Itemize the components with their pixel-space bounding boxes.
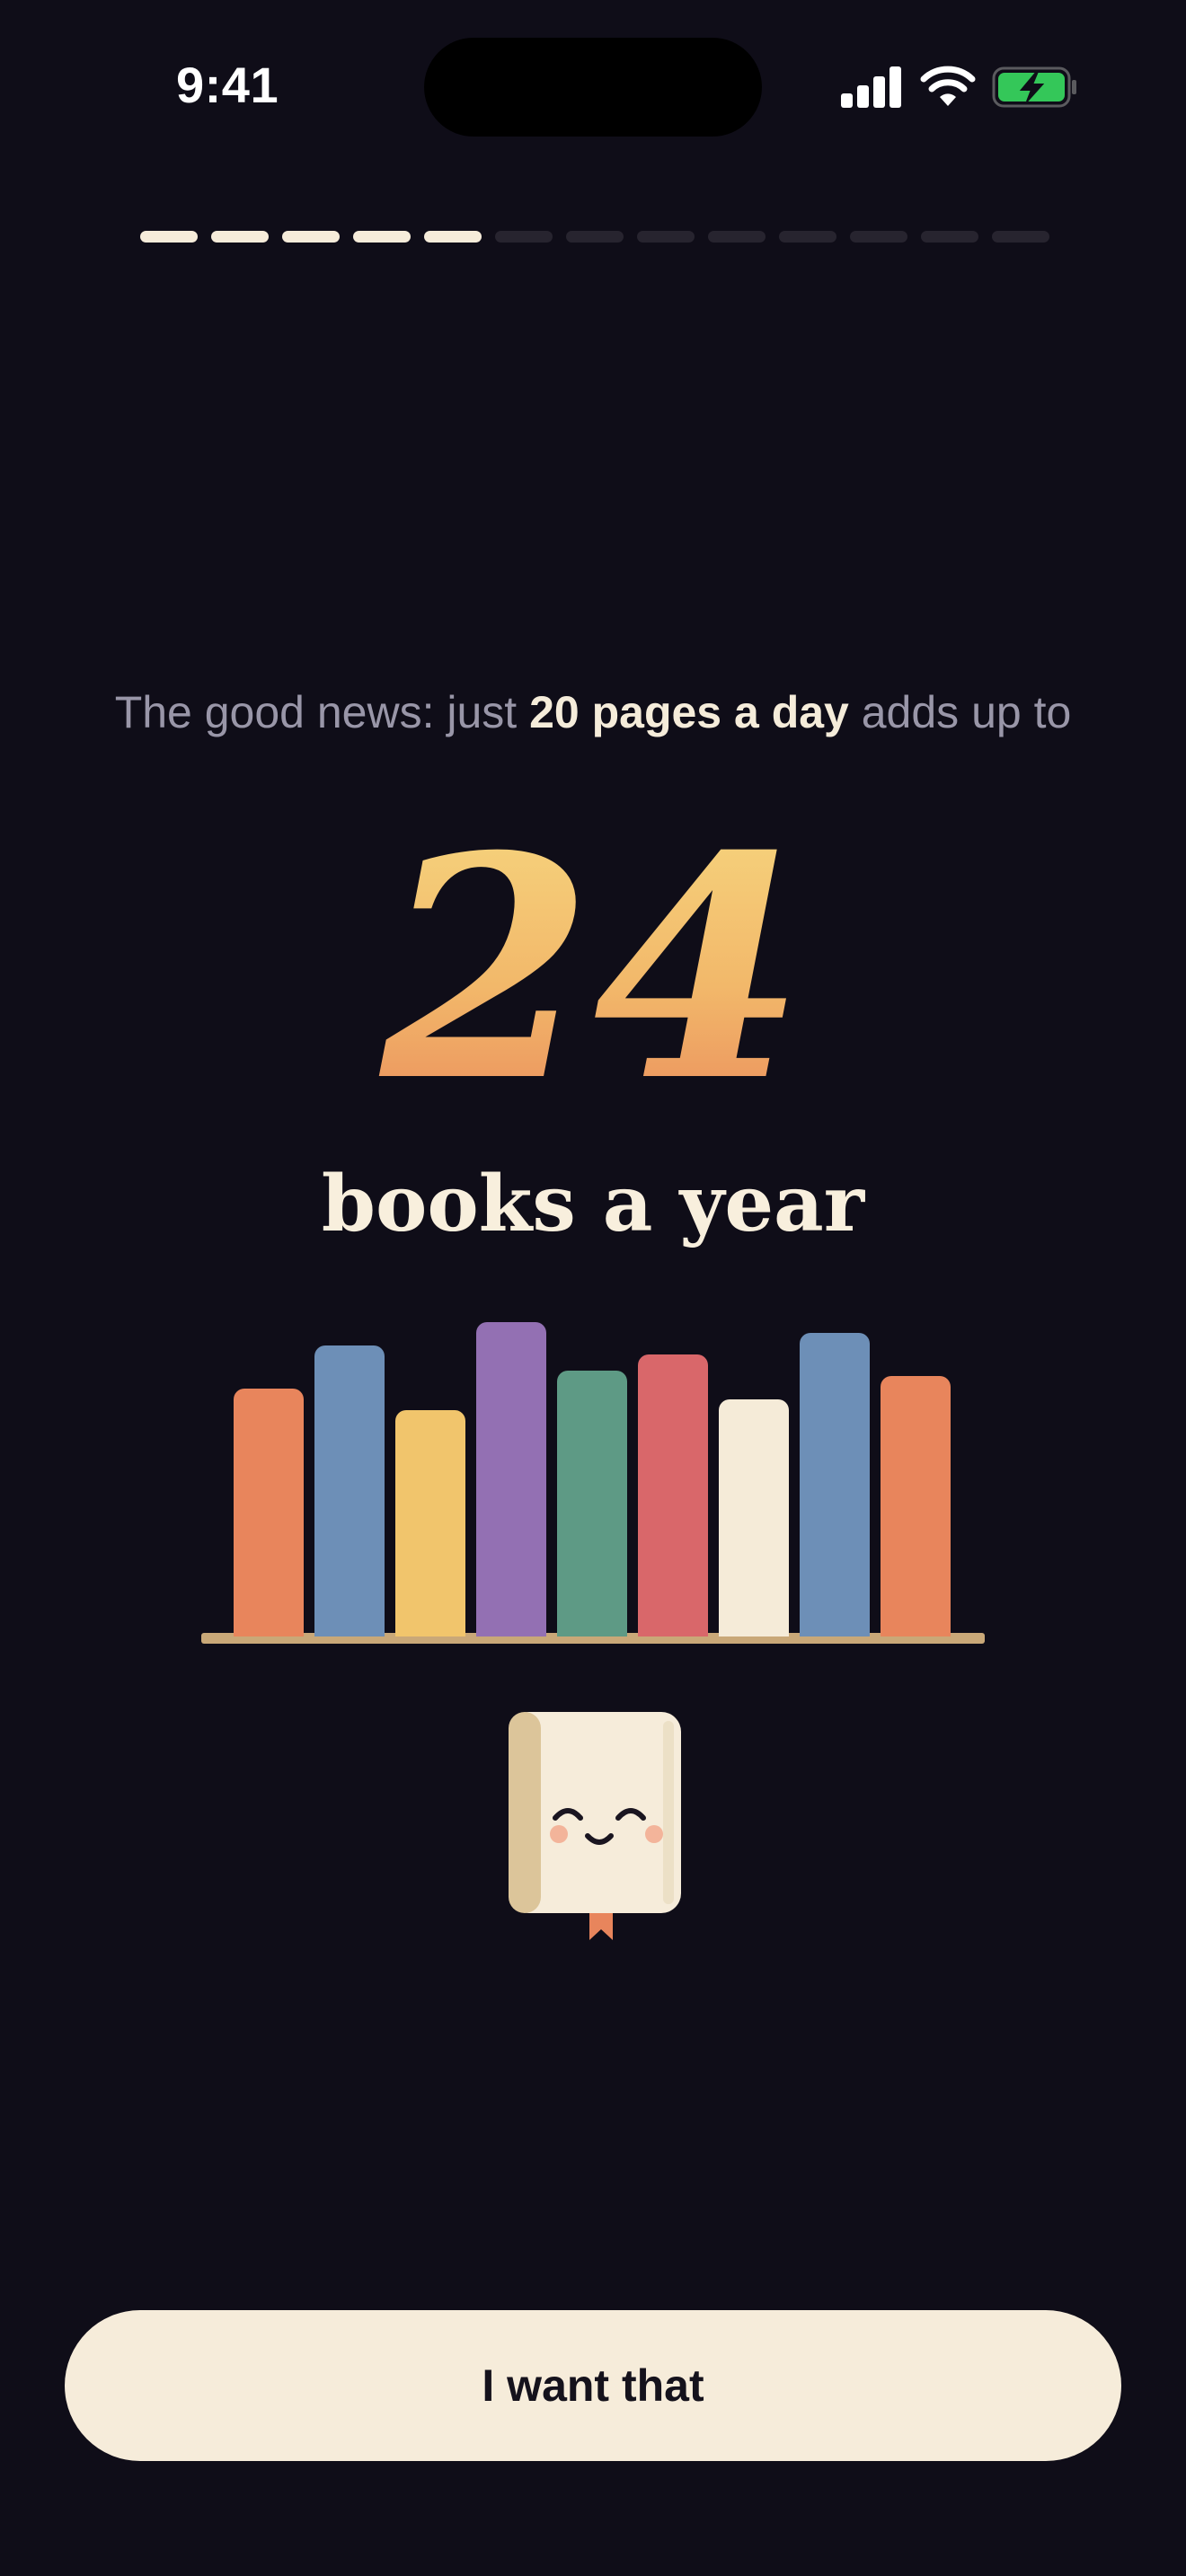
book-spine [638, 1354, 708, 1636]
book-spine [881, 1376, 951, 1636]
progress-segment [140, 231, 198, 243]
book-spine [476, 1322, 546, 1636]
onboarding-progress-bar [140, 231, 1049, 243]
headline-prefix: The good news: just [114, 687, 530, 737]
book-spine [800, 1333, 870, 1636]
progress-segment [282, 231, 340, 243]
book-spine [314, 1345, 385, 1636]
bookshelf-illustration [0, 0, 1186, 2576]
book-spine [719, 1399, 789, 1636]
status-time: 9:41 [176, 57, 279, 113]
dynamic-island [424, 38, 762, 137]
book-spine [395, 1410, 465, 1636]
progress-segment [211, 231, 269, 243]
wifi-icon [920, 66, 976, 106]
progress-segment [353, 231, 411, 243]
progress-segment [779, 231, 836, 243]
headline-highlight: 20 pages a day [529, 687, 849, 737]
progress-segment [850, 231, 907, 243]
battery-charging-icon [992, 66, 1076, 108]
progress-segment [992, 231, 1049, 243]
progress-segment [495, 231, 553, 243]
i-want-that-button[interactable]: I want that [65, 2310, 1121, 2461]
progress-segment [566, 231, 624, 243]
book-spine [234, 1389, 304, 1636]
status-bar: 9:41 [0, 0, 1186, 171]
smiling-book-mascot-icon [509, 1712, 681, 1940]
headline-suffix: adds up to [848, 687, 1072, 737]
progress-segment [637, 231, 695, 243]
books-count: 24 [0, 808, 1186, 1132]
cellular-signal-icon [841, 66, 902, 108]
book-spine [557, 1371, 627, 1636]
progress-segment [921, 231, 978, 243]
shelf-plank [201, 1633, 985, 1644]
progress-segment [424, 231, 482, 243]
books-unit-label: books a year [321, 1159, 865, 1249]
headline: The good news: just 20 pages a day adds … [0, 686, 1186, 738]
progress-segment [708, 231, 766, 243]
